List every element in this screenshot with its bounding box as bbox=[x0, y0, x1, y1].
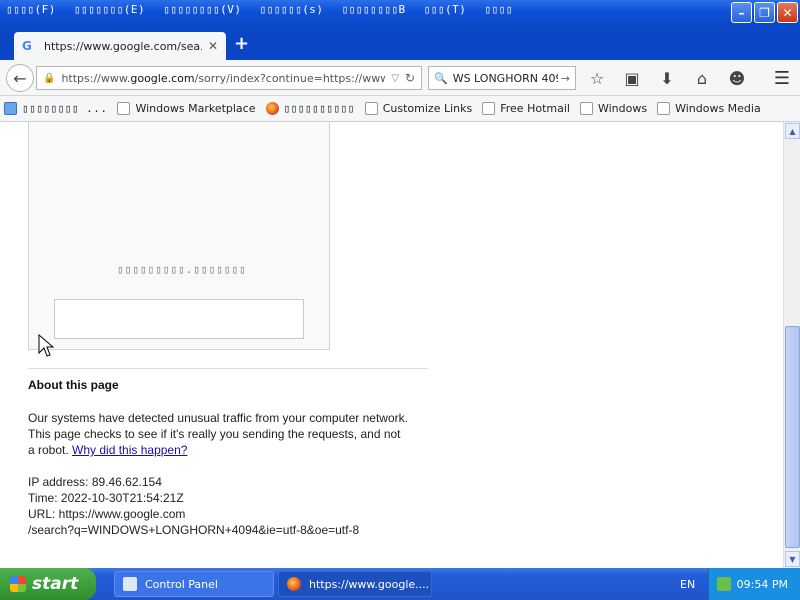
scroll-down-icon[interactable]: ▼ bbox=[785, 551, 800, 567]
taskbar: start Control Panel https://www.google..… bbox=[0, 568, 800, 600]
download-icon[interactable]: ⬇ bbox=[656, 68, 678, 88]
dropdown-icon[interactable]: ▽ bbox=[391, 73, 399, 84]
back-button[interactable]: ← bbox=[6, 64, 34, 92]
bookmark-item[interactable]: ▯▯▯▯▯▯▯▯ ... bbox=[4, 102, 107, 115]
ip-address: IP address: 89.46.62.154 bbox=[28, 475, 162, 489]
bookmark-item[interactable]: Windows Media bbox=[657, 102, 761, 115]
url-line-2: /search?q=WINDOWS+LONGHORN+4094&ie=utf-8… bbox=[28, 523, 360, 537]
lock-icon: 🔒 bbox=[43, 72, 56, 84]
taskbar-item-control-panel[interactable]: Control Panel bbox=[114, 571, 274, 597]
captcha-input[interactable] bbox=[54, 299, 304, 339]
scroll-thumb[interactable] bbox=[785, 326, 800, 548]
menu-file[interactable]: ▯▯▯▯(F) bbox=[6, 3, 56, 16]
vertical-scrollbar[interactable]: ▲ ▼ bbox=[783, 122, 800, 568]
taskbar-item-browser[interactable]: https://www.google.... bbox=[278, 571, 432, 597]
page-icon bbox=[482, 102, 496, 115]
new-tab-button[interactable]: + bbox=[234, 33, 249, 54]
start-button[interactable]: start bbox=[0, 568, 96, 600]
bookmark-item[interactable]: ▯▯▯▯▯▯▯▯▯▯ bbox=[265, 102, 355, 115]
control-panel-icon bbox=[123, 577, 137, 591]
tab-close-icon[interactable]: ✕ bbox=[208, 39, 218, 53]
menu-edit[interactable]: ▯▯▯▯▯▯▯(E) bbox=[74, 3, 145, 16]
captcha-box: ▯▯▯▯▯▯▯▯▯.▯▯▯▯▯▯▯ bbox=[28, 122, 330, 350]
page-content: ▯▯▯▯▯▯▯▯▯.▯▯▯▯▯▯▯ About this page Our sy… bbox=[0, 122, 783, 568]
page-icon bbox=[364, 102, 378, 115]
go-arrow-icon[interactable]: → bbox=[561, 72, 570, 85]
search-text: WS LONGHORN 4094 bbox=[452, 71, 558, 85]
bookmark-item[interactable]: Windows bbox=[579, 102, 647, 115]
reload-icon[interactable]: ↻ bbox=[405, 71, 415, 85]
maximize-button[interactable]: ❐ bbox=[754, 2, 775, 23]
bookmarks-bar: ▯▯▯▯▯▯▯▯ ... Windows Marketplace ▯▯▯▯▯▯▯… bbox=[0, 96, 800, 122]
windows-logo-icon bbox=[10, 576, 26, 592]
menu-bar: ▯▯▯▯(F) ▯▯▯▯▯▯▯(E) ▯▯▯▯▯▯▯▯(V) ▯▯▯▯▯▯(s)… bbox=[6, 3, 531, 16]
firefox-icon bbox=[287, 577, 301, 591]
smiley-icon[interactable]: ☻ bbox=[726, 68, 748, 88]
star-icon[interactable]: ☆ bbox=[586, 68, 608, 88]
url-text: https://www.google.com/sorry/index?conti… bbox=[61, 71, 386, 85]
hamburger-menu-icon[interactable]: ☰ bbox=[774, 68, 790, 89]
why-link[interactable]: Why did this happen? bbox=[72, 443, 187, 457]
about-text: Our systems have detected unusual traffi… bbox=[28, 411, 408, 457]
arrow-left-icon: ← bbox=[13, 68, 27, 88]
bookmark-item[interactable]: Free Hotmail bbox=[482, 102, 570, 115]
home-icon[interactable]: ⌂ bbox=[691, 68, 713, 88]
menu-history[interactable]: ▯▯▯▯▯▯(s) bbox=[259, 3, 323, 16]
menu-help[interactable]: ▯▯▯▯ bbox=[484, 3, 513, 16]
menu-tools[interactable]: ▯▯▯(T) bbox=[424, 3, 467, 16]
tab-google[interactable]: G https://www.google.com/sea... ✕ bbox=[14, 32, 226, 60]
search-icon: 🔍 bbox=[434, 71, 448, 85]
network-icon[interactable] bbox=[716, 577, 731, 591]
scroll-up-icon[interactable]: ▲ bbox=[785, 123, 800, 139]
nav-bar: ← 🔒 https://www.google.com/sorry/index?c… bbox=[0, 60, 800, 96]
firefox-icon bbox=[265, 102, 279, 115]
search-input[interactable]: 🔍 WS LONGHORN 4094 → bbox=[428, 66, 576, 90]
clipboard-icon[interactable]: ▣ bbox=[621, 68, 643, 88]
page-icon bbox=[657, 102, 671, 115]
bookmark-item[interactable]: Customize Links bbox=[364, 102, 472, 115]
search-icon bbox=[4, 102, 17, 115]
clock[interactable]: 09:54 PM bbox=[737, 578, 788, 591]
page-icon bbox=[117, 102, 131, 115]
url-bar[interactable]: 🔒 https://www.google.com/sorry/index?con… bbox=[36, 66, 422, 90]
menu-bookmarks[interactable]: ▯▯▯▯▯▯▯▯B bbox=[342, 3, 406, 16]
page-icon bbox=[579, 102, 593, 115]
divider bbox=[28, 368, 428, 369]
timestamp: Time: 2022-10-30T21:54:21Z bbox=[28, 491, 184, 505]
close-button[interactable]: ✕ bbox=[777, 2, 798, 23]
url-line-1: URL: https://www.google.com bbox=[28, 507, 186, 521]
minimize-button[interactable]: – bbox=[731, 2, 752, 23]
request-metadata: IP address: 89.46.62.154 Time: 2022-10-3… bbox=[28, 474, 359, 538]
menu-view[interactable]: ▯▯▯▯▯▯▯▯(V) bbox=[163, 3, 241, 16]
tab-strip: G https://www.google.com/sea... ✕ bbox=[0, 30, 800, 60]
toolbar-icons: ☆ ▣ ⬇ ⌂ ☻ bbox=[586, 68, 748, 88]
window-controls: – ❐ ✕ bbox=[731, 2, 798, 23]
tab-title: https://www.google.com/sea... bbox=[44, 39, 202, 53]
google-icon: G bbox=[22, 39, 32, 53]
language-indicator[interactable]: EN bbox=[680, 578, 695, 591]
about-title: About this page bbox=[28, 378, 119, 392]
system-tray: 09:54 PM bbox=[708, 568, 800, 600]
title-bar: ▯▯▯▯(F) ▯▯▯▯▯▯▯(E) ▯▯▯▯▯▯▯▯(V) ▯▯▯▯▯▯(s)… bbox=[0, 0, 800, 30]
bookmark-item[interactable]: Windows Marketplace bbox=[117, 102, 256, 115]
mouse-cursor-icon bbox=[38, 334, 54, 357]
captcha-caption: ▯▯▯▯▯▯▯▯▯.▯▯▯▯▯▯▯ bbox=[117, 263, 247, 276]
